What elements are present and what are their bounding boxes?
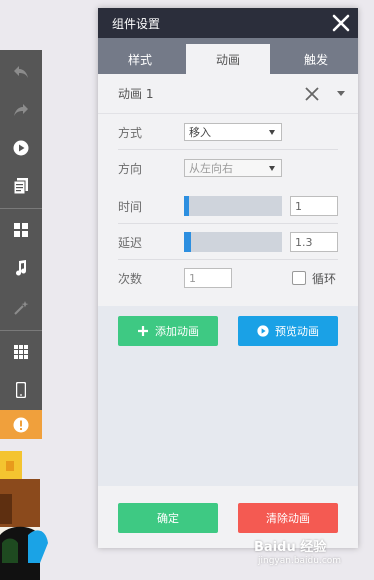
redo-icon	[14, 104, 28, 116]
pages-button[interactable]	[0, 166, 42, 206]
delay-row: 延迟 1.3	[118, 224, 338, 260]
toolbar-divider	[0, 330, 42, 331]
preview-animation-button[interactable]: 预览动画	[238, 316, 338, 346]
music-icon	[16, 260, 27, 276]
animation-form: 方式 移入 方向 从左向右 时间 1 延迟 1.3 次数 1 循环	[98, 114, 358, 288]
action-area: 添加动画 预览动画	[98, 306, 358, 486]
count-label: 次数	[118, 271, 143, 286]
add-animation-button[interactable]: 添加动画	[118, 316, 218, 346]
plus-icon	[138, 326, 148, 336]
duration-row: 时间 1	[118, 188, 338, 224]
count-input[interactable]: 1	[184, 268, 232, 288]
magic-icon	[14, 301, 29, 315]
undo-button[interactable]	[0, 52, 42, 92]
delay-label: 延迟	[118, 235, 143, 250]
duration-slider-handle[interactable]	[184, 196, 189, 216]
panel-header: 组件设置	[98, 8, 358, 38]
loop-label: 循环	[312, 271, 337, 286]
caret-down-icon	[269, 130, 275, 135]
left-toolbar	[0, 50, 42, 439]
clear-animation-button[interactable]: 清除动画	[238, 503, 338, 533]
play-button[interactable]	[0, 128, 42, 168]
alert-button[interactable]	[0, 410, 42, 439]
phone-icon	[16, 382, 26, 398]
chevron-down-icon[interactable]	[336, 90, 346, 98]
table-icon	[14, 345, 28, 359]
duration-slider[interactable]	[184, 196, 282, 216]
delay-slider-handle[interactable]	[184, 232, 191, 252]
table-button[interactable]	[0, 332, 42, 372]
direction-row: 方向 从左向右	[118, 150, 338, 186]
mode-label: 方式	[118, 125, 143, 140]
add-animation-label: 添加动画	[155, 325, 199, 338]
music-button[interactable]	[0, 248, 42, 288]
tab-trigger[interactable]: 触发	[274, 44, 358, 74]
component-settings-panel: 组件设置 样式 动画 触发 动画 1 方式 移入 方向 从左向右 时间 1 延迟…	[98, 8, 358, 548]
animation-header: 动画 1	[98, 74, 358, 114]
watermark-url: jingyan.baidu.com	[258, 556, 342, 566]
play-icon	[257, 325, 269, 337]
layout-button[interactable]	[0, 210, 42, 250]
animation-name[interactable]: 动画 1	[118, 85, 153, 102]
delay-slider[interactable]	[184, 232, 282, 252]
close-icon[interactable]	[330, 12, 352, 34]
mode-row: 方式 移入	[118, 114, 338, 150]
mobile-preview-button[interactable]	[0, 370, 42, 410]
loop-checkbox[interactable]	[292, 271, 306, 285]
watermark: Baidu 经验	[254, 540, 327, 555]
mode-select[interactable]: 移入	[184, 123, 282, 141]
document-icon	[14, 178, 28, 194]
direction-value: 从左向右	[189, 162, 233, 175]
tab-style[interactable]: 样式	[98, 44, 182, 74]
delete-animation-icon[interactable]	[304, 86, 320, 102]
tab-bar: 样式 动画 触发	[98, 38, 358, 74]
grid-icon	[14, 223, 28, 237]
mode-value: 移入	[189, 126, 211, 139]
delay-input[interactable]: 1.3	[290, 232, 338, 252]
preview-animation-label: 预览动画	[275, 325, 319, 338]
direction-select[interactable]: 从左向右	[184, 159, 282, 177]
play-icon	[13, 140, 29, 156]
duration-input[interactable]: 1	[290, 196, 338, 216]
direction-label: 方向	[118, 161, 143, 176]
tab-animation[interactable]: 动画	[186, 44, 270, 74]
duration-label: 时间	[118, 199, 143, 214]
redo-button[interactable]	[0, 90, 42, 130]
alert-icon	[13, 417, 29, 432]
panel-title: 组件设置	[112, 16, 161, 31]
toolbar-divider	[0, 208, 42, 209]
count-row: 次数 1 循环	[118, 260, 338, 296]
confirm-button[interactable]: 确定	[118, 503, 218, 533]
caret-down-icon	[269, 166, 275, 171]
canvas-illustration	[0, 451, 48, 580]
effects-button[interactable]	[0, 288, 42, 328]
undo-icon	[14, 66, 28, 78]
